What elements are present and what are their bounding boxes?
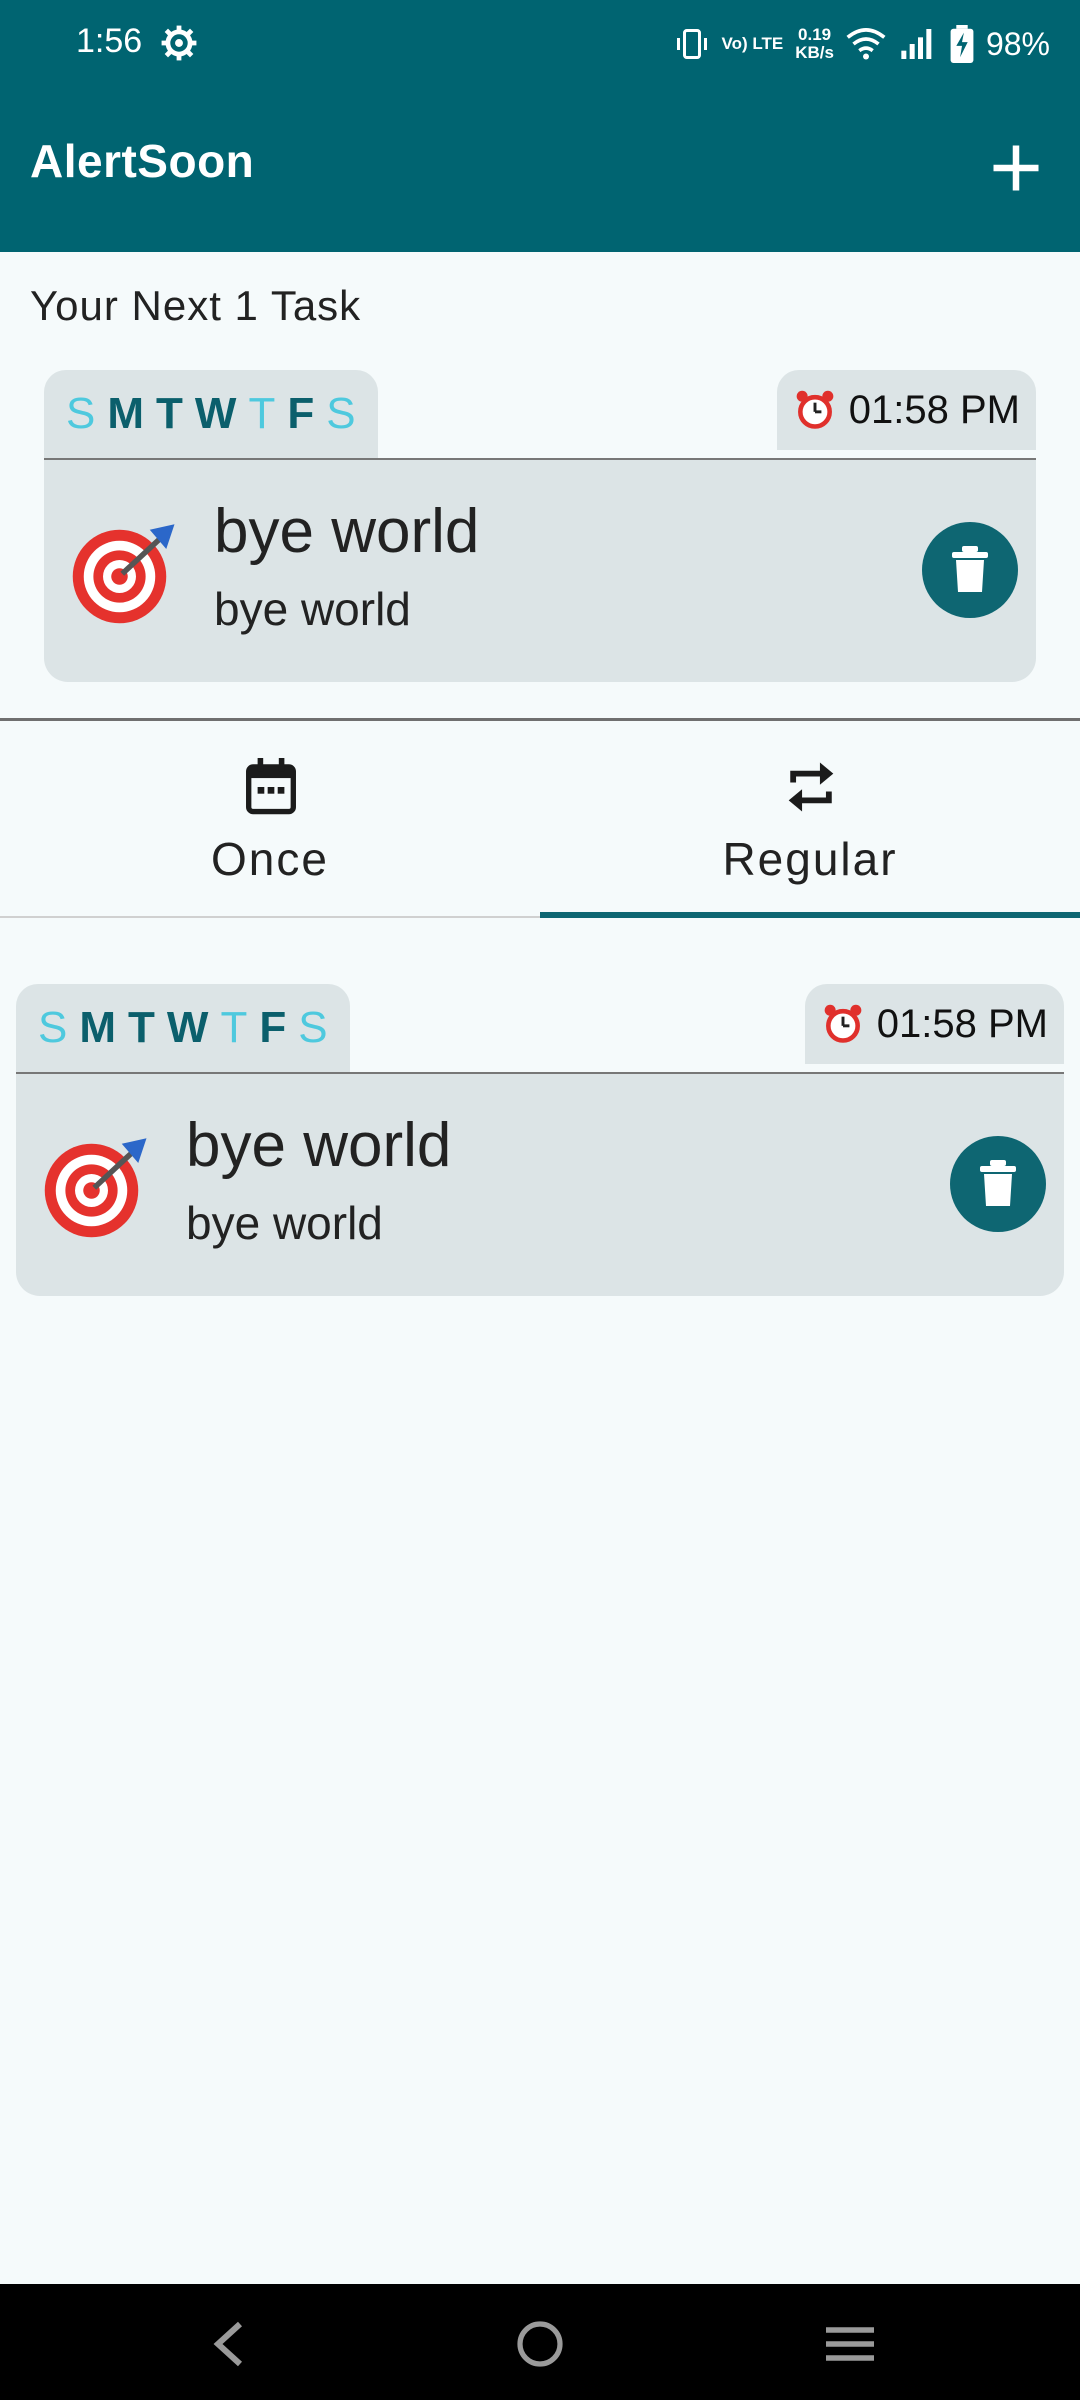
alarm-clock-icon [796, 390, 834, 429]
vibrate-icon [676, 29, 707, 59]
network-speed: 0.19 KB/s [795, 26, 834, 62]
day-friday: F [287, 389, 315, 438]
trash-icon [952, 546, 988, 592]
tab-selected-indicator [540, 912, 1080, 918]
day-tuesday: T [156, 389, 183, 438]
alarm-time: 01:58 PM [848, 387, 1020, 432]
direct-hit-target-icon [44, 1138, 147, 1238]
next-task-card[interactable]: S M T W T F S 01:58 PM bye world bye wor… [44, 370, 1036, 682]
delete-task-button[interactable] [922, 522, 1018, 618]
status-bar: 1:56 Vo) LTE 0.19 KB/s 98% [0, 0, 1080, 88]
app-title: AlertSoon [30, 135, 255, 187]
task-title: bye world [186, 1111, 452, 1180]
network-speed-unit: KB/s [795, 43, 834, 62]
home-nav-icon[interactable] [516, 2320, 564, 2368]
battery-charging-icon [950, 25, 974, 63]
network-speed-value: 0.19 [798, 25, 832, 44]
day-monday: M [107, 389, 145, 438]
settings-gear-icon [161, 25, 197, 61]
tab-regular-label: Regular [722, 833, 898, 885]
task-type-tabs: Once Regular [0, 722, 1080, 918]
day-saturday: S [298, 1003, 328, 1052]
task-title: bye world [214, 497, 480, 566]
regular-task-card[interactable]: S M T W T F S 01:58 PM bye world bye wor… [16, 984, 1064, 1296]
day-wednesday: W [194, 389, 237, 438]
battery-percent: 98% [985, 25, 1050, 62]
alarm-time-badge: 01:58 PM [804, 984, 1064, 1064]
system-nav-bar [0, 2284, 1080, 2400]
add-task-plus-icon[interactable] [986, 138, 1046, 198]
task-body: bye world bye world [16, 1072, 1064, 1296]
tab-regular[interactable]: Regular [540, 722, 1080, 918]
tab-once-label: Once [211, 833, 329, 885]
repeat-icon [788, 762, 834, 812]
weekday-selector: S M T W T F S [44, 370, 378, 458]
next-tasks-heading: Your Next 1 Task [30, 282, 362, 329]
day-wednesday: W [166, 1003, 209, 1052]
status-time: 1:56 [76, 22, 143, 60]
signal-icon [901, 29, 932, 59]
day-thursday: T [220, 1003, 248, 1052]
delete-task-button[interactable] [950, 1136, 1046, 1232]
back-nav-icon[interactable] [208, 2320, 252, 2368]
weekday-selector: S M T W T F S [16, 984, 350, 1072]
volte-indicator: Vo) LTE [721, 34, 784, 53]
day-sunday: S [38, 1003, 68, 1052]
app-bar: AlertSoon [0, 88, 1080, 252]
alarm-time-badge: 01:58 PM [776, 370, 1036, 450]
task-description: bye world [186, 1197, 383, 1249]
trash-icon [980, 1160, 1016, 1206]
task-description: bye world [214, 583, 411, 635]
calendar-icon [246, 758, 296, 815]
task-body: bye world bye world [44, 458, 1036, 682]
day-friday: F [259, 1003, 287, 1052]
section-divider [0, 718, 1080, 721]
alarm-clock-icon [824, 1004, 862, 1043]
alarm-time: 01:58 PM [876, 1001, 1048, 1046]
day-monday: M [79, 1003, 117, 1052]
day-saturday: S [326, 389, 356, 438]
day-tuesday: T [128, 1003, 155, 1052]
day-sunday: S [66, 389, 96, 438]
menu-nav-icon[interactable] [824, 2320, 876, 2368]
tab-once[interactable]: Once [0, 722, 540, 918]
direct-hit-target-icon [72, 524, 175, 624]
wifi-icon [846, 28, 886, 60]
day-thursday: T [248, 389, 276, 438]
